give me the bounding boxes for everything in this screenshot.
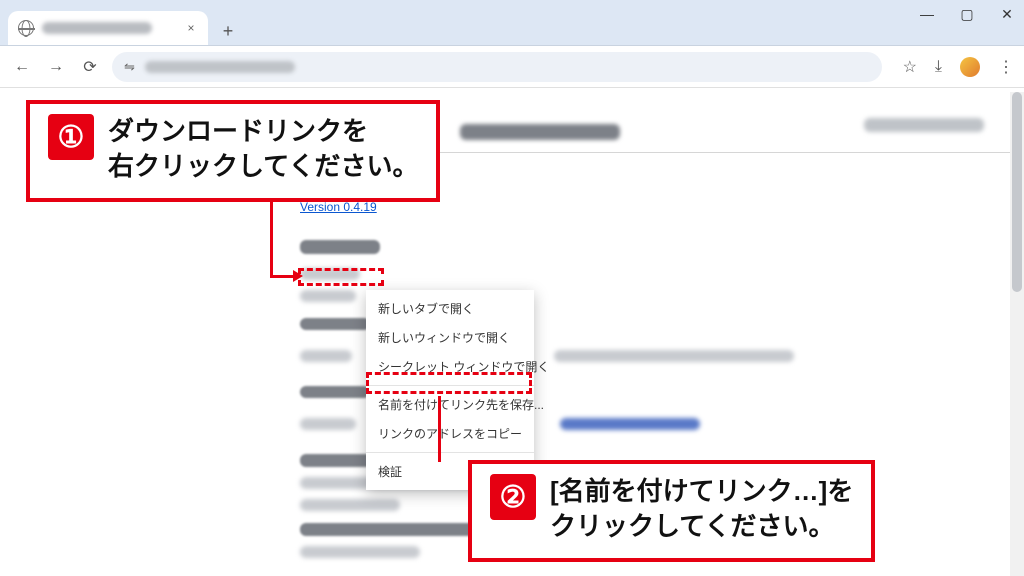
url-text-blurred [145,61,295,73]
new-tab-button[interactable]: + [214,17,242,45]
annotation-arrow-head [293,270,303,282]
window-minimize-button[interactable]: — [918,6,936,23]
site-settings-icon[interactable]: ⇋ [124,59,135,75]
tab-strip: × + — ▢ ✕ [0,0,1024,46]
tab-close-button[interactable]: × [184,21,198,35]
address-bar: ← → ⟳ ⇋ ☆ ⤓ ⋮ [0,46,1024,88]
annotation-step-2: ② [名前を付けてリンク…]を クリックしてください。 [468,460,875,562]
profile-avatar[interactable] [960,57,980,77]
annotation-arrow [270,200,273,278]
url-bar[interactable]: ⇋ [112,52,882,82]
downloads-icon[interactable]: ⤓ [935,58,942,76]
annotation-highlight-link [298,268,384,286]
context-menu-item-new-tab[interactable]: 新しいタブで開く [366,294,534,323]
browser-menu-button[interactable]: ⋮ [998,57,1014,77]
context-menu-item-copy-link[interactable]: リンクのアドレスをコピー [366,419,534,448]
window-close-button[interactable]: ✕ [998,6,1016,23]
back-button[interactable]: ← [10,55,34,79]
annotation-step-text: ダウンロードリンクを 右クリックしてください。 [108,114,418,184]
annotation-step-text: [名前を付けてリンク…]を クリックしてください。 [550,474,853,544]
tab-title-blurred [42,22,152,34]
annotation-highlight-save-item [366,372,532,394]
window-maximize-button[interactable]: ▢ [958,6,976,23]
toolbar-right: ☆ ⤓ ⋮ [903,57,1014,77]
annotation-step-1: ① ダウンロードリンクを 右クリックしてください。 [26,100,440,202]
globe-icon [18,20,34,36]
context-menu-item-new-window[interactable]: 新しいウィンドウで開く [366,323,534,352]
bookmark-star-icon[interactable]: ☆ [903,57,917,77]
reload-button[interactable]: ⟳ [78,55,102,79]
annotation-arrow [438,396,441,462]
annotation-step-number: ② [490,474,536,520]
context-menu-item-save-link-as[interactable]: 名前を付けてリンク先を保存... [366,390,534,419]
forward-button[interactable]: → [44,55,68,79]
browser-tab[interactable]: × [8,11,208,45]
window-controls: — ▢ ✕ [918,6,1016,23]
context-menu-separator [366,452,534,453]
annotation-step-number: ① [48,114,94,160]
vertical-scrollbar-thumb[interactable] [1012,92,1022,292]
